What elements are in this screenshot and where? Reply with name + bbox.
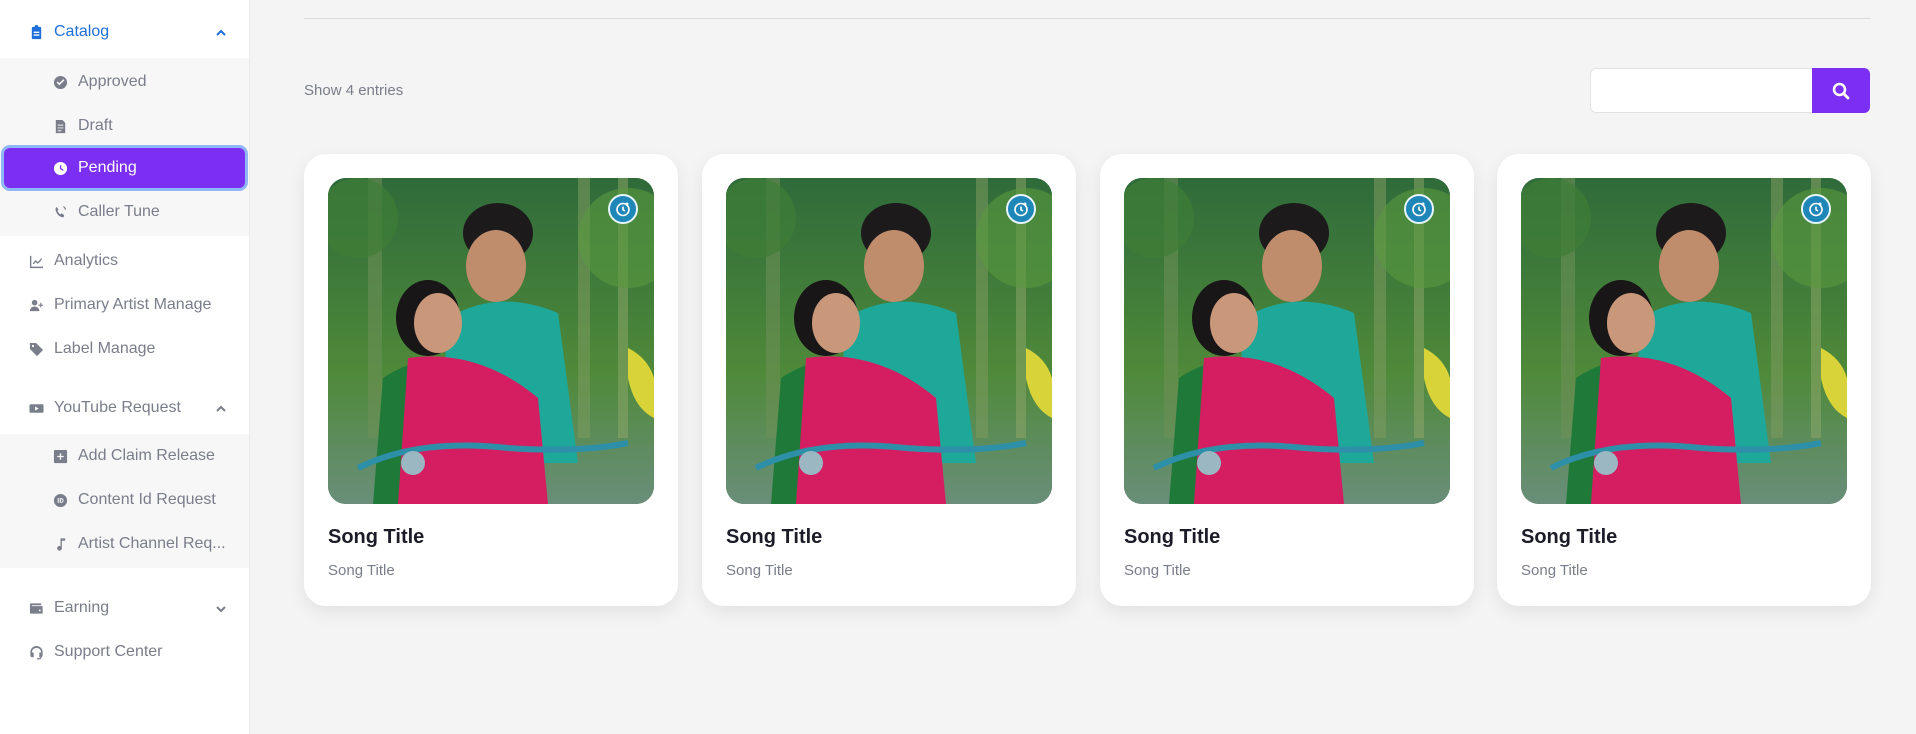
sidebar-item-content-id-request[interactable]: Content Id Request [0, 478, 249, 522]
wallet-icon [28, 600, 44, 616]
chevron-up-icon [215, 402, 227, 414]
sidebar-item-label: Content Id Request [78, 491, 216, 508]
sidebar-item-pending[interactable]: Pending [4, 148, 245, 188]
sidebar-item-support-center[interactable]: Support Center [0, 630, 249, 674]
song-subtitle: Song Title [328, 562, 395, 579]
music-note-icon [52, 536, 68, 552]
sidebar-item-primary-artist[interactable]: Primary Artist Manage [0, 283, 249, 327]
song-cover-image [1124, 178, 1450, 504]
sidebar-item-label-manage[interactable]: Label Manage [0, 327, 249, 371]
clipboard-icon [28, 24, 44, 40]
sidebar-item-analytics[interactable]: Analytics [0, 239, 249, 283]
song-cover-image [1521, 178, 1847, 504]
sidebar-item-caller-tune[interactable]: Caller Tune [0, 190, 249, 234]
song-subtitle: Song Title [1521, 562, 1588, 579]
cover-art [1521, 178, 1847, 504]
sidebar-item-label: Add Claim Release [78, 447, 215, 464]
sidebar-item-label: Primary Artist Manage [54, 296, 212, 313]
search-input[interactable] [1590, 68, 1812, 113]
sidebar-item-draft[interactable]: Draft [0, 104, 249, 148]
song-cover-image [726, 178, 1052, 504]
catalog-submenu: Approved Draft Pending Caller Tune [0, 58, 249, 236]
song-subtitle: Song Title [1124, 562, 1191, 579]
id-badge-icon [52, 492, 68, 508]
check-circle-icon [52, 74, 68, 90]
sidebar-item-label: Artist Channel Req... [78, 535, 226, 552]
song-subtitle: Song Title [726, 562, 793, 579]
clock-icon [52, 160, 68, 176]
sidebar-item-label: Caller Tune [78, 203, 160, 220]
cover-art [1124, 178, 1450, 504]
song-card[interactable]: Song Title Song Title [304, 154, 678, 606]
search-button[interactable] [1812, 68, 1870, 113]
clock-plus-icon[interactable] [608, 194, 638, 224]
entries-count: Show 4 entries [304, 82, 404, 99]
chevron-down-icon [215, 602, 227, 614]
sidebar-item-label: Label Manage [54, 340, 156, 357]
sidebar-item-artist-channel-request[interactable]: Artist Channel Req... [0, 522, 249, 566]
document-icon [52, 118, 68, 134]
tag-icon [28, 341, 44, 357]
sidebar-item-label: Support Center [54, 643, 163, 660]
user-plus-icon [28, 297, 44, 313]
song-title: Song Title [726, 526, 823, 548]
search-bar [1590, 68, 1870, 113]
sidebar-item-catalog[interactable]: Catalog [0, 10, 249, 54]
sidebar-item-approved[interactable]: Approved [0, 60, 249, 104]
clock-plus-icon[interactable] [1404, 194, 1434, 224]
sidebar: Catalog Approved Draft Pending Caller Tu… [0, 0, 250, 734]
headset-icon [28, 644, 44, 660]
cover-art [328, 178, 654, 504]
youtube-icon [28, 400, 44, 416]
song-card[interactable]: Song Title Song Title [1497, 154, 1871, 606]
line-chart-icon [28, 253, 44, 269]
phone-volume-icon [52, 204, 68, 220]
song-card[interactable]: Song Title Song Title [1100, 154, 1474, 606]
sidebar-item-label: Approved [78, 73, 147, 90]
song-card[interactable]: Song Title Song Title [702, 154, 1076, 606]
sidebar-item-label: YouTube Request [54, 399, 181, 416]
sidebar-item-label: Draft [78, 117, 113, 134]
song-title: Song Title [1521, 526, 1618, 548]
song-title: Song Title [1124, 526, 1221, 548]
sidebar-item-youtube-request[interactable]: YouTube Request [0, 386, 249, 430]
cover-art [726, 178, 1052, 504]
youtube-submenu: Add Claim Release Content Id Request Art… [0, 434, 249, 568]
sidebar-item-label: Earning [54, 599, 110, 616]
header-divider [304, 18, 1871, 19]
sidebar-item-label: Analytics [54, 252, 119, 269]
clock-plus-icon[interactable] [1006, 194, 1036, 224]
sidebar-item-add-claim-release[interactable]: Add Claim Release [0, 434, 249, 478]
song-cover-image [328, 178, 654, 504]
sidebar-item-label: Pending [78, 159, 137, 176]
plus-square-icon [52, 448, 68, 464]
search-icon [1832, 82, 1850, 99]
clock-plus-icon[interactable] [1801, 194, 1831, 224]
sidebar-item-earning[interactable]: Earning [0, 586, 249, 630]
chevron-up-icon [215, 26, 227, 38]
sidebar-item-label: Catalog [54, 23, 110, 40]
song-title: Song Title [328, 526, 425, 548]
